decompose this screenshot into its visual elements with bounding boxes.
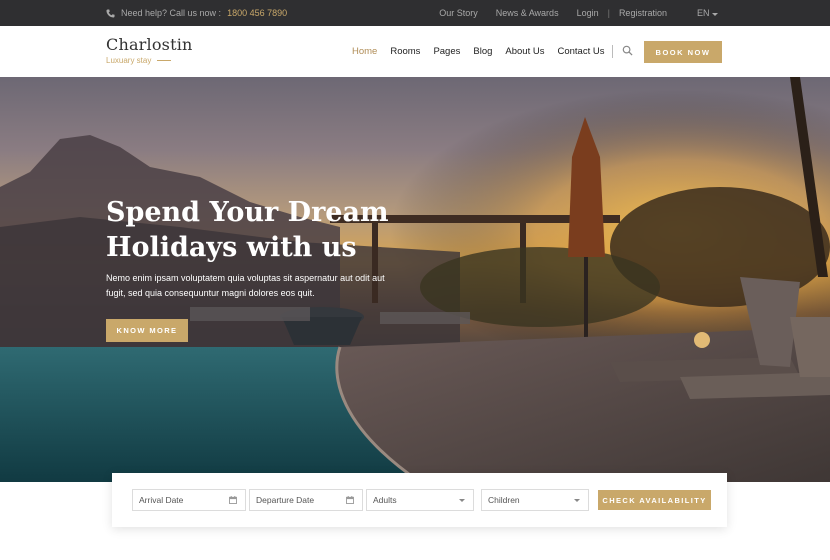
chevron-down-icon bbox=[574, 499, 580, 502]
top-bar: Need help? Call us now : 1800 456 7890 O… bbox=[0, 0, 830, 26]
adults-label: Adults bbox=[373, 495, 397, 505]
news-awards-link[interactable]: News & Awards bbox=[496, 8, 559, 18]
language-label: EN bbox=[696, 8, 710, 18]
logo-subtitle: Luxuary stay bbox=[106, 56, 193, 65]
nav-home[interactable]: Home bbox=[352, 46, 377, 57]
registration-link[interactable]: Registration bbox=[619, 8, 667, 18]
know-more-button[interactable]: KNOW MORE bbox=[106, 319, 188, 342]
children-label: Children bbox=[488, 495, 520, 505]
booking-form: Arrival Date Departure Date Adults Child… bbox=[112, 473, 727, 527]
nav-divider bbox=[612, 45, 613, 58]
our-story-link[interactable]: Our Story bbox=[439, 8, 478, 18]
main-nav: Home Rooms Pages Blog About Us Contact U… bbox=[352, 46, 617, 57]
search-icon[interactable] bbox=[622, 45, 633, 56]
hero-section: Spend Your Dream Holidays with us Nemo e… bbox=[0, 77, 830, 482]
check-availability-button[interactable]: CHECK AVAILABILITY bbox=[598, 490, 711, 510]
arrival-date-placeholder: Arrival Date bbox=[139, 495, 184, 505]
login-link[interactable]: Login bbox=[577, 8, 599, 18]
hero-description: Nemo enim ipsam voluptatem quia voluptas… bbox=[106, 273, 385, 298]
calendar-icon bbox=[229, 496, 237, 504]
arrival-date-field[interactable]: Arrival Date bbox=[132, 489, 246, 511]
divider: | bbox=[607, 8, 610, 18]
nav-contact-us[interactable]: Contact Us bbox=[557, 46, 604, 57]
help-contact: Need help? Call us now : 1800 456 7890 bbox=[106, 8, 287, 18]
logo-underline bbox=[157, 60, 172, 61]
nav-rooms[interactable]: Rooms bbox=[390, 46, 420, 57]
calendar-icon bbox=[346, 496, 354, 504]
book-now-button[interactable]: BOOK NOW bbox=[644, 41, 722, 63]
children-select[interactable]: Children bbox=[481, 489, 589, 511]
phone-number-link[interactable]: 1800 456 7890 bbox=[227, 8, 287, 18]
nav-about-us[interactable]: About Us bbox=[505, 46, 544, 57]
help-text: Need help? Call us now : bbox=[121, 8, 222, 18]
chevron-down-icon bbox=[712, 13, 718, 16]
logo[interactable]: Charlostin Luxuary stay bbox=[106, 35, 193, 65]
hero-title: Spend Your Dream Holidays with us bbox=[106, 197, 389, 263]
main-header: Charlostin Luxuary stay Home Rooms Pages… bbox=[0, 26, 830, 77]
departure-date-field[interactable]: Departure Date bbox=[249, 489, 363, 511]
chevron-down-icon bbox=[459, 499, 465, 502]
logo-title: Charlostin bbox=[106, 35, 193, 54]
nav-pages[interactable]: Pages bbox=[433, 46, 460, 57]
adults-select[interactable]: Adults bbox=[366, 489, 474, 511]
departure-date-placeholder: Departure Date bbox=[256, 495, 315, 505]
language-select[interactable]: EN bbox=[697, 8, 718, 18]
phone-icon bbox=[106, 8, 115, 18]
top-links: Our Story News & Awards Login | Registra… bbox=[421, 8, 718, 18]
logo-subtitle-text: Luxuary stay bbox=[106, 56, 152, 65]
nav-blog[interactable]: Blog bbox=[473, 46, 492, 57]
